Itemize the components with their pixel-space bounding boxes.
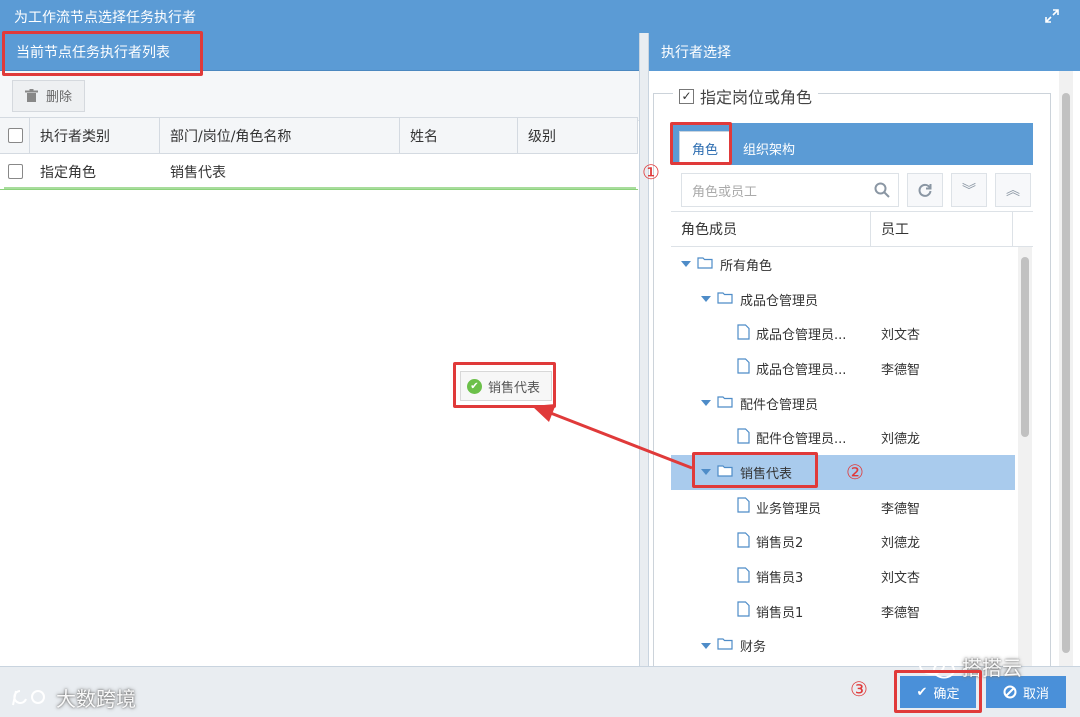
tree-node-employee: 李德智 bbox=[881, 605, 921, 621]
table-row[interactable]: 指定角色 销售代表 bbox=[0, 154, 638, 190]
legend-checkbox[interactable]: ✓ bbox=[679, 88, 694, 104]
maximize-icon[interactable] bbox=[1044, 8, 1060, 24]
tree-node-employee: 刘德龙 bbox=[881, 536, 921, 552]
tree-node-label: 成品仓管理员 bbox=[740, 293, 819, 309]
tree-item-row[interactable]: 成品仓管理员... 刘文杏 bbox=[671, 316, 1015, 351]
tree-item-row[interactable]: 销售员2 刘德龙 bbox=[671, 525, 1015, 560]
file-icon bbox=[737, 358, 750, 378]
tree-node-label: 业务管理员 bbox=[756, 501, 822, 517]
dialog-titlebar: 为工作流节点选择任务执行者 bbox=[0, 0, 1080, 33]
annotation-box-ok-button bbox=[894, 670, 982, 713]
column-header-type[interactable]: 执行者类别 bbox=[30, 118, 160, 153]
folder-icon bbox=[697, 256, 714, 273]
tree-node-employee: 刘德龙 bbox=[881, 432, 921, 448]
file-icon bbox=[737, 601, 750, 621]
tree-scrollbar[interactable] bbox=[1018, 247, 1032, 667]
row-level bbox=[518, 154, 638, 189]
executor-list-toolbar: 删除 bbox=[0, 71, 639, 121]
watermark-left: 大数跨境 bbox=[10, 683, 136, 712]
tree-node-label: 配件仓管理员 bbox=[740, 397, 819, 413]
tree-folder-row[interactable]: 所有角色 bbox=[671, 247, 1015, 282]
file-icon bbox=[737, 428, 750, 448]
select-all-checkbox[interactable] bbox=[8, 128, 23, 143]
tree-scrollbar-thumb[interactable] bbox=[1021, 257, 1029, 437]
annotation-box-sales-rep bbox=[692, 452, 818, 488]
tree-folder-row[interactable]: 成品仓管理员 bbox=[671, 282, 1015, 317]
executor-select-header: 执行者选择 bbox=[649, 33, 1080, 71]
tree-node-label: 财务 bbox=[740, 640, 767, 656]
annotation-number-1: ① bbox=[642, 160, 660, 184]
search-placeholder: 角色或员工 bbox=[692, 184, 758, 200]
tree-node-label: 销售员2 bbox=[756, 536, 804, 552]
panel-scrollbar[interactable] bbox=[1059, 71, 1073, 666]
tree-item-row[interactable]: 销售员1 李德智 bbox=[671, 594, 1015, 629]
search-row: 角色或员工 ︾ ︽ bbox=[671, 165, 1033, 215]
file-icon bbox=[737, 566, 750, 587]
search-icon[interactable] bbox=[874, 182, 890, 198]
annotation-number-2: ② bbox=[846, 460, 864, 484]
tree-node-label: 成品仓管理员... bbox=[756, 328, 847, 344]
tree-item-row[interactable]: 成品仓管理员... 李德智 bbox=[671, 351, 1015, 386]
refresh-icon bbox=[918, 183, 932, 197]
folder-icon bbox=[717, 291, 734, 308]
tree-item-row[interactable]: 配件仓管理员... 刘德龙 bbox=[671, 420, 1015, 455]
row-type: 指定角色 bbox=[40, 164, 96, 181]
row-name: 销售代表 bbox=[170, 164, 226, 181]
annotation-box-list-header bbox=[2, 31, 203, 76]
column-header-name[interactable]: 部门/岗位/角色名称 bbox=[160, 118, 400, 153]
grid-header: 执行者类别 部门/岗位/角色名称 姓名 级别 bbox=[0, 117, 638, 154]
expand-all-button[interactable]: ︾ bbox=[951, 173, 987, 207]
dialog-title: 为工作流节点选择任务执行者 bbox=[14, 9, 196, 26]
column-header-level[interactable]: 级别 bbox=[518, 118, 638, 153]
row-person bbox=[400, 154, 518, 189]
legend-label: 指定岗位或角色 bbox=[700, 88, 813, 107]
tree-node-label: 成品仓管理员... bbox=[756, 362, 847, 378]
annotation-box-drag-chip bbox=[453, 362, 556, 408]
caret-down-icon[interactable] bbox=[681, 261, 691, 268]
tree-item-row[interactable]: 业务管理员 李德智 bbox=[671, 490, 1015, 525]
annotation-box-role-tab bbox=[670, 122, 732, 165]
folder-icon bbox=[717, 395, 734, 412]
double-chevron-up-icon: ︽ bbox=[1006, 183, 1020, 199]
column-header-person[interactable]: 姓名 bbox=[400, 118, 518, 153]
tree-folder-row[interactable]: 配件仓管理员 bbox=[671, 386, 1015, 421]
tree-col-member[interactable]: 角色成员 bbox=[671, 212, 871, 246]
tab-org[interactable]: 组织架构 bbox=[731, 131, 807, 165]
tree-node-label: 销售员3 bbox=[756, 571, 804, 587]
refresh-button[interactable] bbox=[907, 173, 943, 207]
collapse-all-button[interactable]: ︽ bbox=[995, 173, 1031, 207]
file-icon bbox=[737, 324, 750, 344]
delete-button[interactable]: 删除 bbox=[12, 79, 86, 112]
executor-select-title: 执行者选择 bbox=[661, 45, 731, 61]
tree-node-employee: 刘文杏 bbox=[881, 328, 921, 344]
executor-list-panel: 当前节点任务执行者列表 删除 执行者类别 部门/岗位/角色名称 姓名 级别 指定… bbox=[0, 33, 640, 666]
row-checkbox[interactable] bbox=[8, 164, 23, 179]
panel-scrollbar-thumb[interactable] bbox=[1062, 93, 1070, 653]
tree-node-employee: 李德智 bbox=[881, 362, 921, 378]
trash-icon bbox=[25, 88, 38, 102]
watermark-logo-icon bbox=[12, 689, 45, 705]
tree-col-employee[interactable]: 员工 bbox=[871, 212, 1013, 246]
folder-icon bbox=[717, 637, 734, 654]
cancel-button-label: 取消 bbox=[1022, 686, 1049, 702]
double-chevron-down-icon: ︾ bbox=[962, 183, 976, 199]
fieldset-legend[interactable]: ✓ 指定岗位或角色 bbox=[673, 84, 819, 108]
search-input[interactable]: 角色或员工 bbox=[681, 173, 899, 207]
caret-down-icon[interactable] bbox=[701, 296, 711, 303]
caret-down-icon[interactable] bbox=[701, 642, 711, 649]
executor-grid: 执行者类别 部门/岗位/角色名称 姓名 级别 指定角色 销售代表 bbox=[0, 117, 638, 190]
tree-node-label: 配件仓管理员... bbox=[756, 432, 847, 448]
tree-node-label: 所有角色 bbox=[720, 258, 773, 274]
tree-item-row[interactable]: 销售员3 刘文杏 bbox=[671, 559, 1015, 594]
tree-node-employee: 李德智 bbox=[881, 501, 921, 517]
delete-button-label: 删除 bbox=[46, 90, 73, 105]
tree-header: 角色成员 员工 bbox=[671, 211, 1033, 247]
tree-node-employee: 刘文杏 bbox=[881, 571, 921, 587]
caret-down-icon[interactable] bbox=[701, 400, 711, 407]
annotation-number-3: ③ bbox=[850, 677, 868, 701]
file-icon bbox=[737, 497, 750, 517]
tree-node-label: 销售员1 bbox=[756, 605, 804, 621]
file-icon bbox=[737, 532, 750, 552]
cancel-circle-icon bbox=[1003, 685, 1017, 699]
